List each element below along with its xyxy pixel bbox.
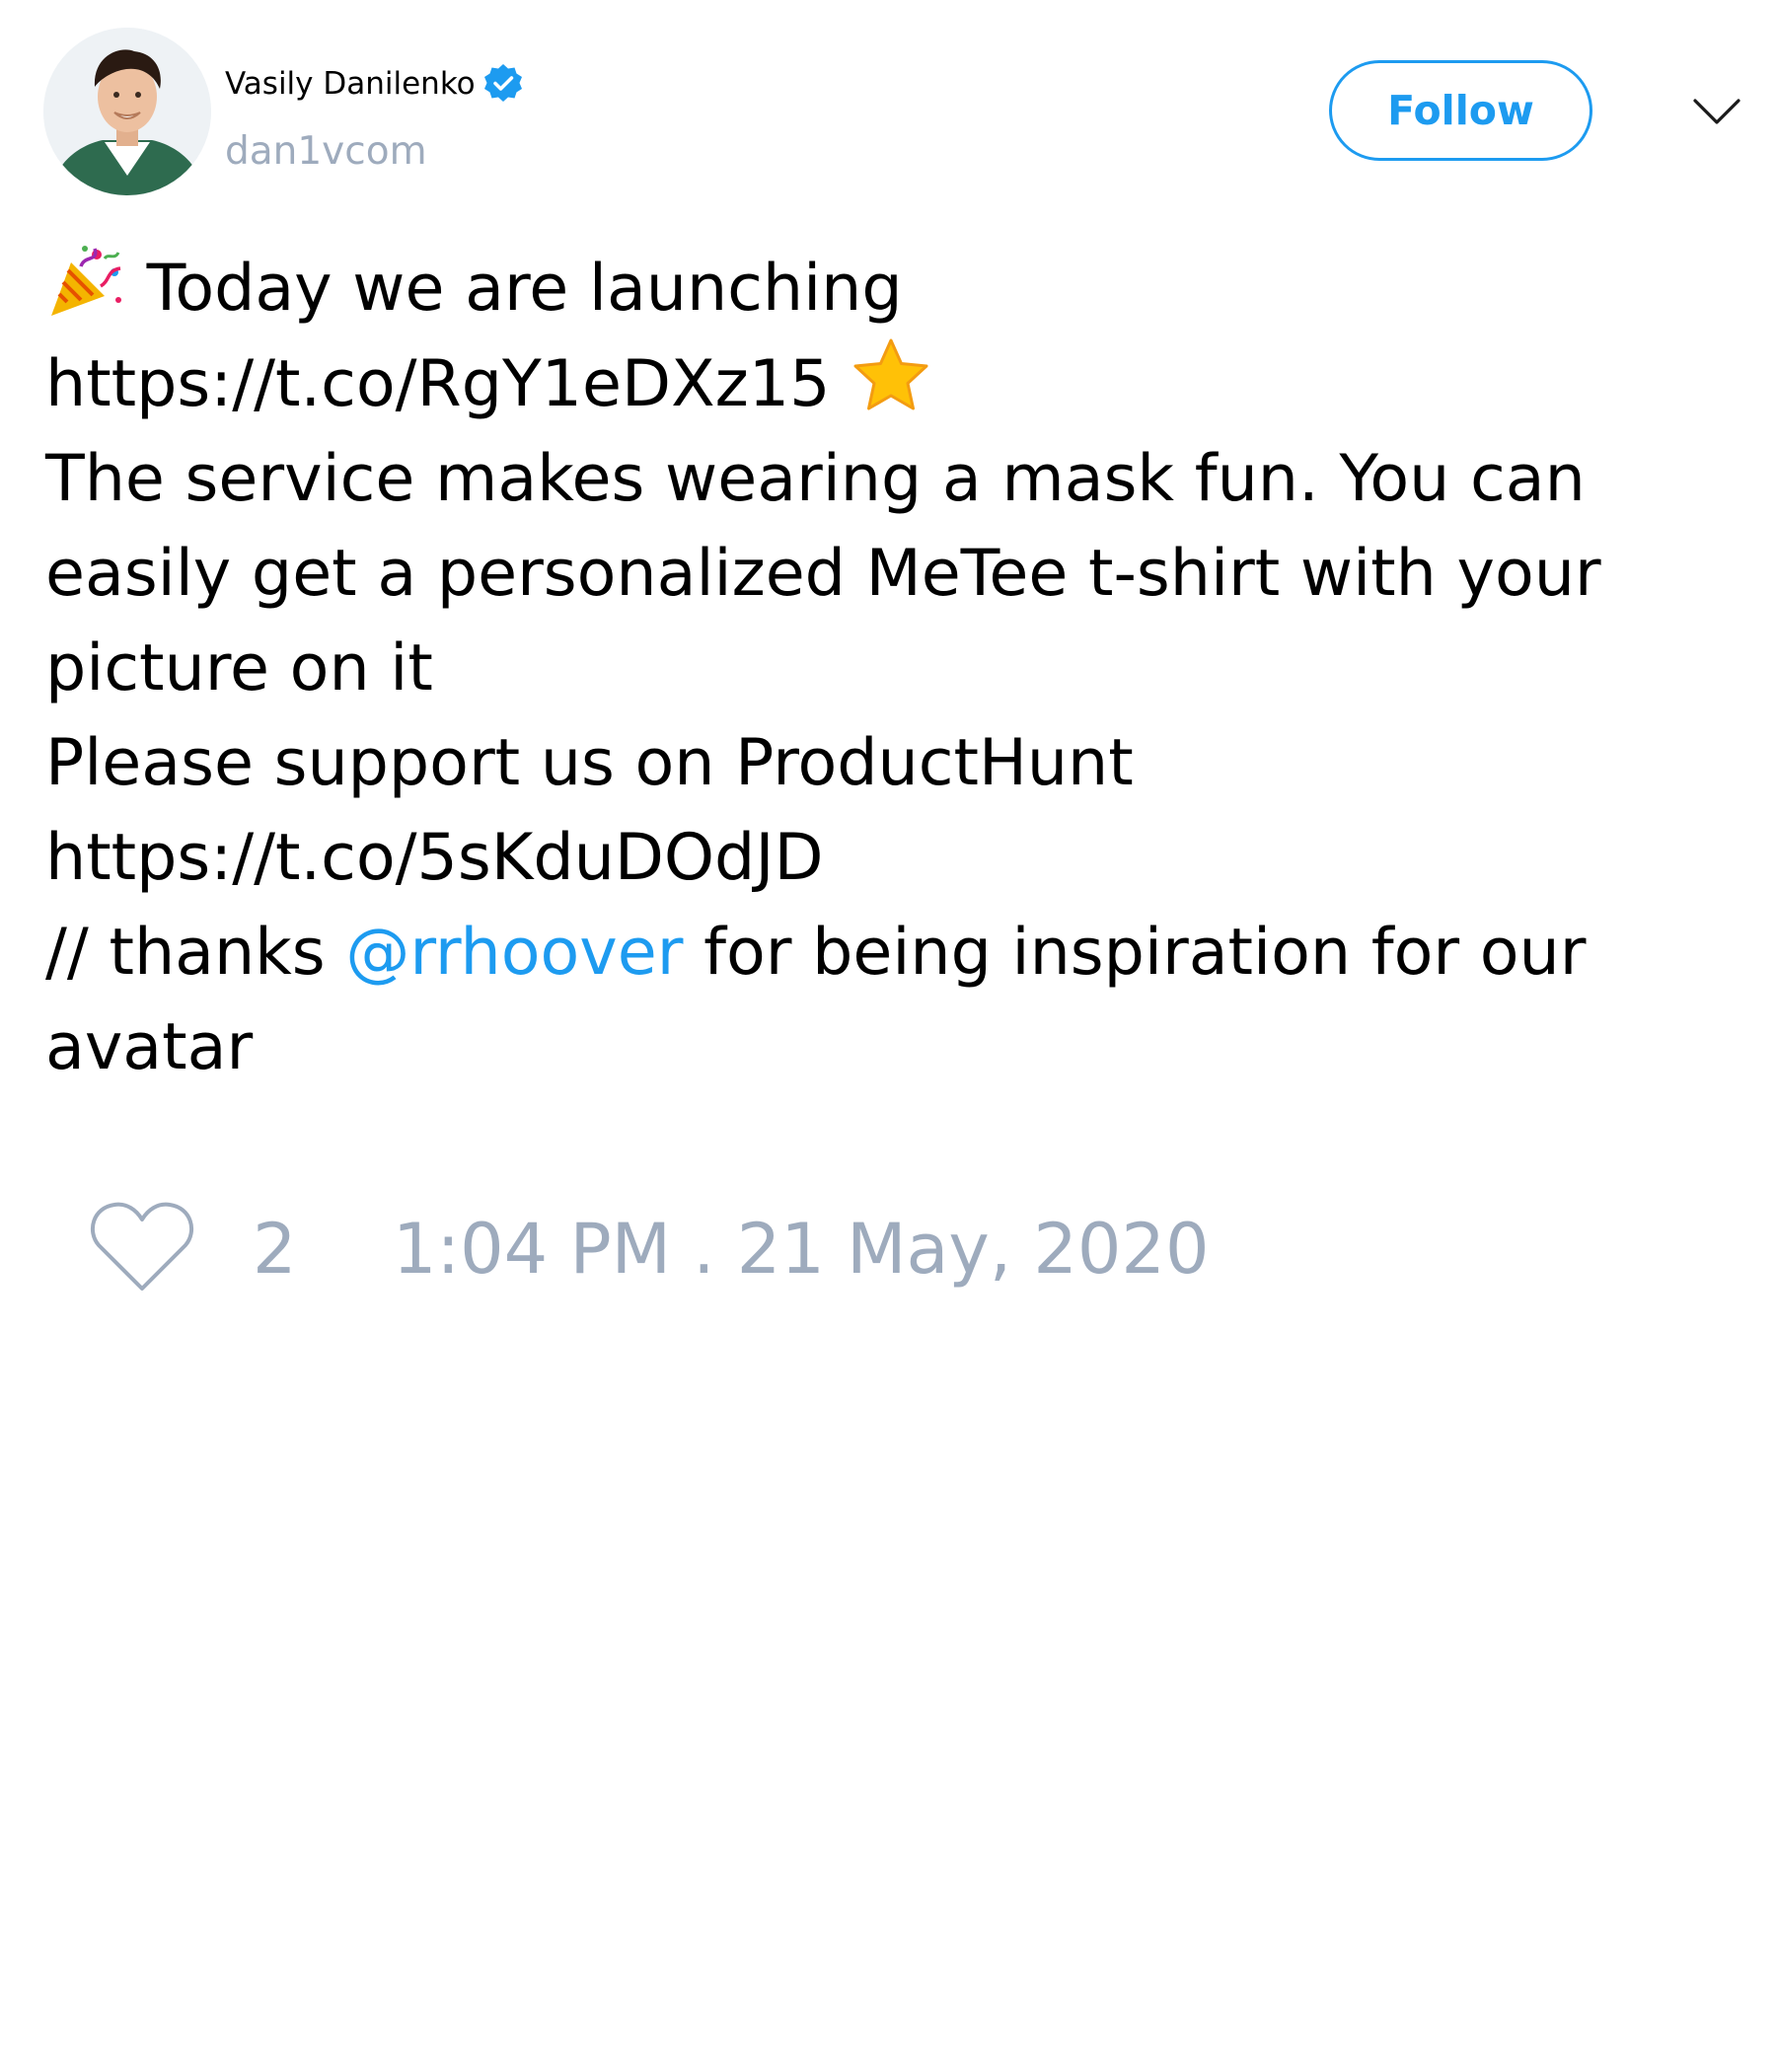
author-name-text[interactable]: Vasily Danilenko bbox=[225, 64, 476, 104]
tweet-line-3: The service makes wearing a mask fun. Yo… bbox=[45, 442, 1586, 516]
mention-link[interactable]: @rrhoover bbox=[345, 916, 683, 990]
party-popper-icon bbox=[45, 241, 126, 322]
avatar-photo bbox=[43, 28, 211, 195]
tweet-text-segment: for being inspiration for our bbox=[683, 916, 1587, 990]
tweet-line-5: picture on it bbox=[45, 631, 433, 705]
tweet-text-segment: Today we are launching bbox=[126, 252, 903, 326]
star-icon bbox=[851, 336, 931, 417]
avatar[interactable] bbox=[43, 28, 211, 195]
tweet-line-4: easily get a personalized MeTee t-shirt … bbox=[45, 537, 1601, 611]
chevron-down-icon[interactable] bbox=[1691, 87, 1742, 138]
tweet-line-2: https://t.co/RgY1eDXz15 bbox=[45, 336, 1742, 432]
author-name[interactable]: Vasily Danilenko bbox=[225, 62, 525, 106]
tweet-line-1: Today we are launching bbox=[45, 241, 1742, 336]
timestamp[interactable]: 1:04 PM . 21 May, 2020 bbox=[393, 1208, 1210, 1291]
tweet-line-6: Please support us on ProductHunt bbox=[45, 726, 1134, 800]
tweet-line-8: // thanks @rrhoover for being inspiratio… bbox=[45, 906, 1742, 1000]
verified-badge-icon bbox=[481, 62, 525, 106]
like-count: 2 bbox=[253, 1209, 297, 1290]
tweet-text: Today we are launching https://t.co/RgY1… bbox=[45, 241, 1742, 1095]
follow-button[interactable]: Follow bbox=[1329, 60, 1592, 161]
tweet-line-9: avatar bbox=[45, 1010, 254, 1084]
author-handle[interactable]: dan1vcom bbox=[225, 128, 427, 176]
tweet-text-segment: // thanks bbox=[45, 916, 346, 990]
heart-icon[interactable] bbox=[89, 1200, 195, 1295]
tweet-link[interactable]: https://t.co/RgY1eDXz15 bbox=[45, 347, 830, 421]
tweet-line-7: https://t.co/5sKduDOdJD bbox=[45, 811, 1742, 906]
tweet-link[interactable]: https://t.co/5sKduDOdJD bbox=[45, 821, 824, 895]
